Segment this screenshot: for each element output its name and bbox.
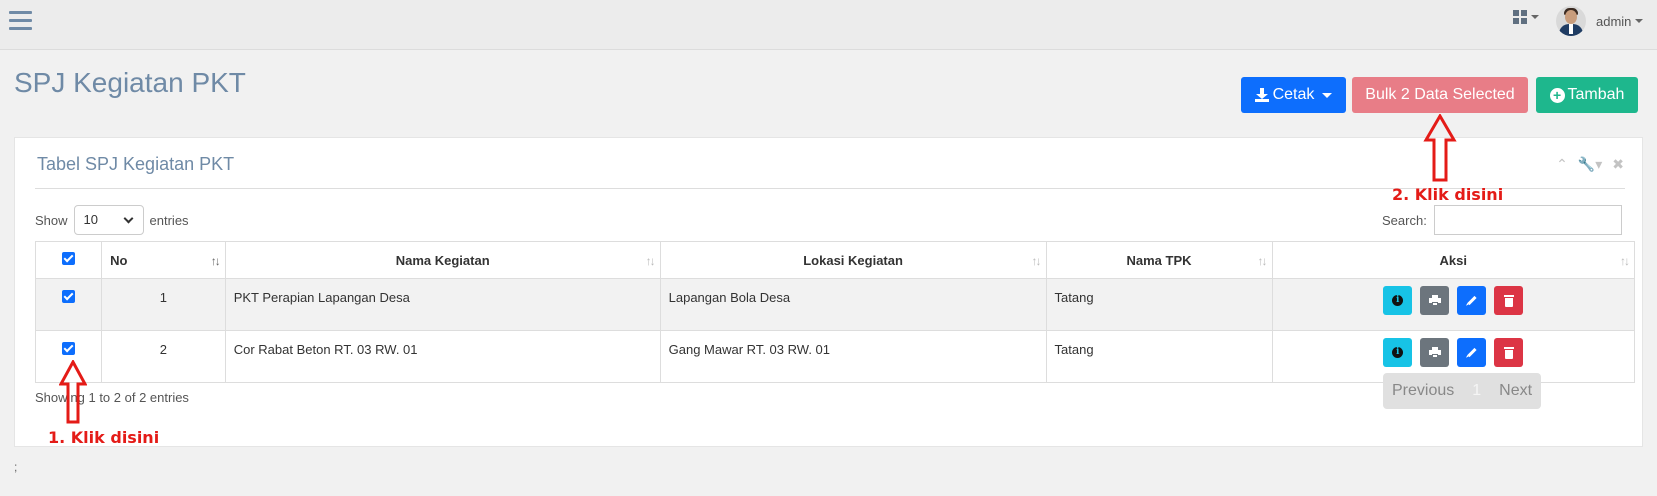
pencil-icon: [1467, 347, 1477, 358]
page-footer: ;: [14, 460, 18, 474]
tambah-button[interactable]: + Tambah: [1536, 77, 1638, 113]
column-header-lokasi-kegiatan[interactable]: Lokasi Kegiatan ↑↓: [659, 241, 1047, 279]
print-button[interactable]: [1420, 286, 1450, 315]
cell-lokasi-kegiatan: Lapangan Bola Desa: [659, 278, 1047, 331]
column-header-aksi[interactable]: Aksi ↑↓: [1271, 241, 1636, 279]
menu-toggle-icon[interactable]: [9, 11, 32, 33]
table-card: Tabel SPJ Kegiatan PKT ⌃ 🔧▾ ✖ Show 10 en…: [14, 137, 1643, 447]
annotation-arrow-up-icon: [1423, 114, 1457, 182]
pagination: Previous 1 Next: [1383, 373, 1542, 409]
column-label: Aksi: [1439, 252, 1467, 268]
page-length-select[interactable]: 10: [73, 205, 144, 235]
sort-icon: ↑↓: [645, 254, 656, 268]
sort-icon: ↑↓: [1257, 254, 1268, 268]
grid-icon: [1513, 10, 1527, 24]
column-header-no[interactable]: No ↑↓: [101, 241, 226, 279]
card-title: Tabel SPJ Kegiatan PKT: [37, 154, 235, 174]
row-select-cell: [34, 278, 103, 331]
row-checkbox[interactable]: [62, 342, 76, 355]
page-title: SPJ Kegiatan PKT: [14, 67, 246, 98]
row-checkbox[interactable]: [62, 290, 76, 303]
table-row: 1 PKT Perapian Lapangan Desa Lapangan Bo…: [34, 278, 1636, 331]
table-header-row: No ↑↓ Nama Kegiatan ↑↓ Lokasi Kegiatan ↑…: [34, 241, 1636, 279]
annotation-step-2: 2. Klik disini: [1392, 185, 1504, 204]
wrench-icon[interactable]: 🔧▾: [1578, 156, 1602, 173]
detail-button[interactable]: i: [1383, 286, 1413, 315]
page-1-button[interactable]: 1: [1463, 373, 1491, 409]
sort-icon: ↑↓: [1031, 254, 1042, 268]
chevron-down-icon: [123, 213, 133, 224]
cell-lokasi-kegiatan: Gang Mawar RT. 03 RW. 01: [659, 330, 1047, 383]
print-icon: [1428, 347, 1441, 358]
card-tools: ⌃ 🔧▾ ✖: [1556, 156, 1624, 173]
user-name: admin: [1596, 13, 1632, 29]
top-navbar: admin: [0, 0, 1657, 50]
collapse-icon[interactable]: ⌃: [1556, 156, 1568, 173]
cell-nama-kegiatan: PKT Perapian Lapangan Desa: [224, 278, 661, 331]
column-label: No: [110, 252, 128, 268]
tambah-label: Tambah: [1567, 86, 1625, 103]
select-all-header: [34, 241, 103, 279]
cell-nama-kegiatan: Cor Rabat Beton RT. 03 RW. 01: [224, 330, 661, 383]
entries-label: entries: [149, 212, 189, 228]
delete-button[interactable]: [1494, 338, 1524, 367]
cell-no: 1: [101, 278, 226, 331]
search-input[interactable]: [1433, 205, 1622, 235]
delete-button[interactable]: [1494, 286, 1524, 315]
select-all-checkbox[interactable]: [62, 252, 76, 265]
caret-down-icon: [1322, 92, 1333, 98]
cell-aksi: i: [1271, 278, 1636, 331]
search-label: Search:: [1382, 212, 1427, 228]
annotation-arrow-up-icon: [59, 360, 87, 424]
edit-button[interactable]: [1457, 286, 1487, 315]
show-label: Show: [35, 212, 68, 228]
print-icon: [1428, 295, 1441, 306]
plus-circle-icon: +: [1549, 87, 1565, 103]
avatar: [1556, 6, 1586, 36]
column-label: Lokasi Kegiatan: [803, 252, 903, 268]
user-menu[interactable]: admin: [1556, 6, 1644, 36]
cetak-label: Cetak: [1272, 86, 1315, 103]
pencil-icon: [1467, 295, 1477, 306]
apps-menu[interactable]: [1513, 10, 1539, 24]
cell-nama-tpk: Tatang: [1045, 330, 1273, 383]
edit-button[interactable]: [1457, 338, 1487, 367]
length-control: Show 10 entries: [35, 205, 189, 235]
download-icon: [1254, 88, 1269, 102]
print-button[interactable]: [1420, 338, 1450, 367]
sort-icon: ↑↓: [210, 254, 221, 268]
caret-down-icon: [1635, 19, 1644, 23]
bulk-selected-button[interactable]: Bulk 2 Data Selected: [1352, 77, 1528, 113]
detail-button[interactable]: i: [1383, 338, 1413, 367]
trash-icon: [1503, 294, 1514, 307]
next-page-button[interactable]: Next: [1490, 373, 1541, 409]
close-icon[interactable]: ✖: [1612, 156, 1624, 173]
column-label: Nama TPK: [1126, 252, 1192, 268]
data-table: No ↑↓ Nama Kegiatan ↑↓ Lokasi Kegiatan ↑…: [34, 241, 1636, 383]
trash-icon: [1503, 346, 1514, 359]
column-header-nama-tpk[interactable]: Nama TPK ↑↓: [1045, 241, 1273, 279]
cell-nama-tpk: Tatang: [1045, 278, 1273, 331]
cell-no: 2: [101, 330, 226, 383]
divider: [35, 188, 1625, 189]
column-header-nama-kegiatan[interactable]: Nama Kegiatan ↑↓: [224, 241, 661, 279]
cetak-button[interactable]: Cetak: [1241, 77, 1346, 113]
annotation-step-1: 1. Klik disini: [48, 428, 160, 447]
caret-down-icon: [1531, 15, 1539, 19]
sort-icon: ↑↓: [1620, 254, 1630, 268]
info-icon: i: [1392, 347, 1404, 358]
search-control: Search:: [1382, 205, 1622, 235]
column-label: Nama Kegiatan: [395, 252, 490, 268]
previous-page-button[interactable]: Previous: [1383, 373, 1463, 409]
info-icon: i: [1392, 295, 1404, 306]
bulk-label: Bulk 2 Data Selected: [1365, 86, 1515, 103]
page-length-value: 10: [83, 212, 98, 227]
